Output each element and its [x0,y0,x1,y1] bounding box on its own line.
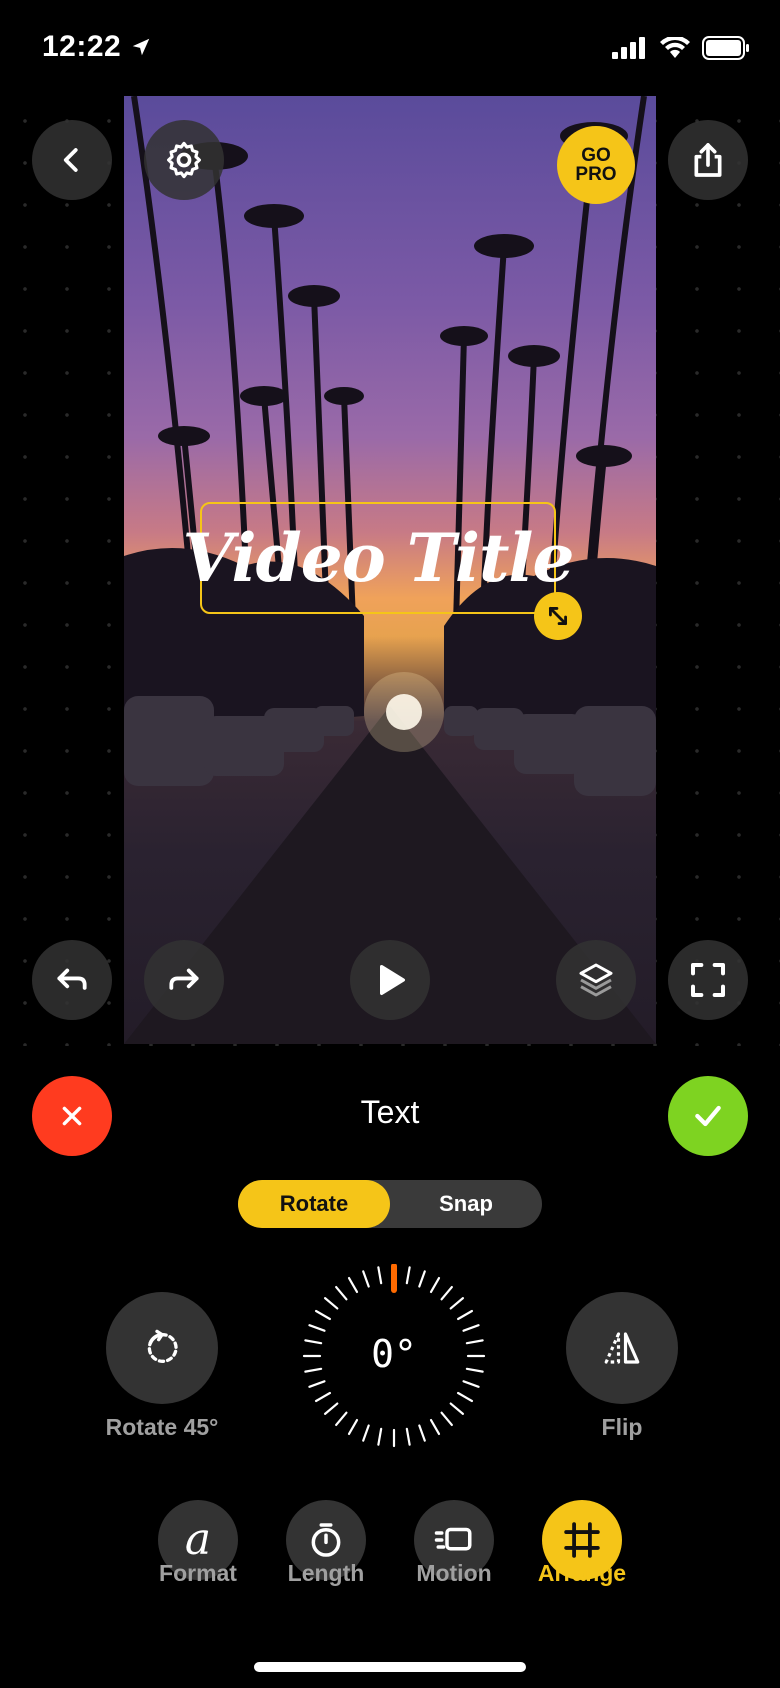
layers-button[interactable] [556,940,636,1020]
dial-tick [440,1285,453,1301]
checkmark-icon [695,1105,721,1127]
flip-label: Flip [601,1414,643,1440]
redo-button[interactable] [144,940,224,1020]
gear-icon [167,141,201,179]
dial-tick [377,1266,383,1285]
redo-icon [169,968,199,990]
dial-tick [405,1427,411,1446]
dial-tick [362,1270,370,1288]
segment-snap[interactable]: Snap [390,1180,542,1228]
share-button[interactable] [668,120,748,200]
undo-icon [57,968,87,990]
dial-tick [323,1297,339,1310]
dial-tick [462,1380,480,1388]
status-icons [612,36,750,60]
dial-tick [347,1418,359,1436]
play-icon [380,965,405,995]
tool-length-label: Length [287,1560,365,1586]
panel-title: Text [360,1094,420,1130]
location-arrow-icon [132,38,150,56]
battery-icon [702,36,749,60]
video-title-text[interactable]: Video Title [183,519,575,597]
flip-button[interactable] [566,1292,678,1404]
dial-tick [377,1427,383,1446]
layers-icon [579,963,613,997]
timer-icon [311,1523,341,1557]
segment-rotate[interactable]: Rotate [238,1180,390,1228]
dial-tick [335,1285,348,1301]
resize-handle[interactable] [534,592,582,640]
dial-tick [314,1391,332,1403]
dial-tick [456,1309,474,1321]
rotate-45-button[interactable] [106,1292,218,1404]
tool-arrange-label: Arrange [537,1560,627,1586]
play-button[interactable] [350,940,430,1020]
signal-icon [612,37,645,59]
dial-tick [456,1391,474,1403]
go-pro-badge[interactable]: GO PRO [557,126,635,204]
dial-tick [323,1402,339,1415]
dial-tick [429,1276,441,1294]
rotation-value: 0° [371,1332,417,1376]
back-button[interactable] [32,120,112,200]
dial-tick [405,1266,411,1285]
home-indicator[interactable] [254,1662,526,1672]
rotate-icon [147,1329,178,1363]
tool-motion-label: Motion [416,1560,492,1586]
dial-tick [449,1402,465,1415]
confirm-button[interactable] [668,1076,748,1156]
dial-tick [308,1324,326,1332]
dial-tick [440,1411,453,1427]
go-pro-line2: PRO [575,164,617,185]
share-icon [694,143,722,177]
format-a-icon: a [184,1514,212,1565]
flip-icon [604,1332,640,1364]
crop-frame-icon [564,1522,600,1558]
dial-tick [335,1411,348,1427]
fullscreen-button[interactable] [668,940,748,1020]
rotate-snap-segment: Rotate Snap [238,1180,542,1228]
undo-button[interactable] [32,940,112,1020]
resize-arrows-icon [549,607,567,625]
dial-tick [308,1380,326,1388]
dial-tick [347,1276,359,1294]
status-time: 12:22 [42,30,152,64]
dial-tick [362,1424,370,1442]
motion-icon [434,1527,472,1551]
text-layer-selection[interactable]: Video Title [183,502,575,614]
settings-button[interactable] [144,120,224,200]
chevron-left-icon [63,148,78,172]
dial-tick [314,1309,332,1321]
dial-tick [418,1424,426,1442]
rotate-45-label: Rotate 45° [105,1414,219,1440]
dial-tick [429,1418,441,1436]
dial-tick [449,1297,465,1310]
dial-tick [418,1270,426,1288]
tool-format-label: Format [159,1560,237,1586]
fullscreen-icon [691,963,725,997]
dial-tick [462,1324,480,1332]
go-pro-line1: GO [581,145,611,166]
wifi-icon [660,37,690,58]
